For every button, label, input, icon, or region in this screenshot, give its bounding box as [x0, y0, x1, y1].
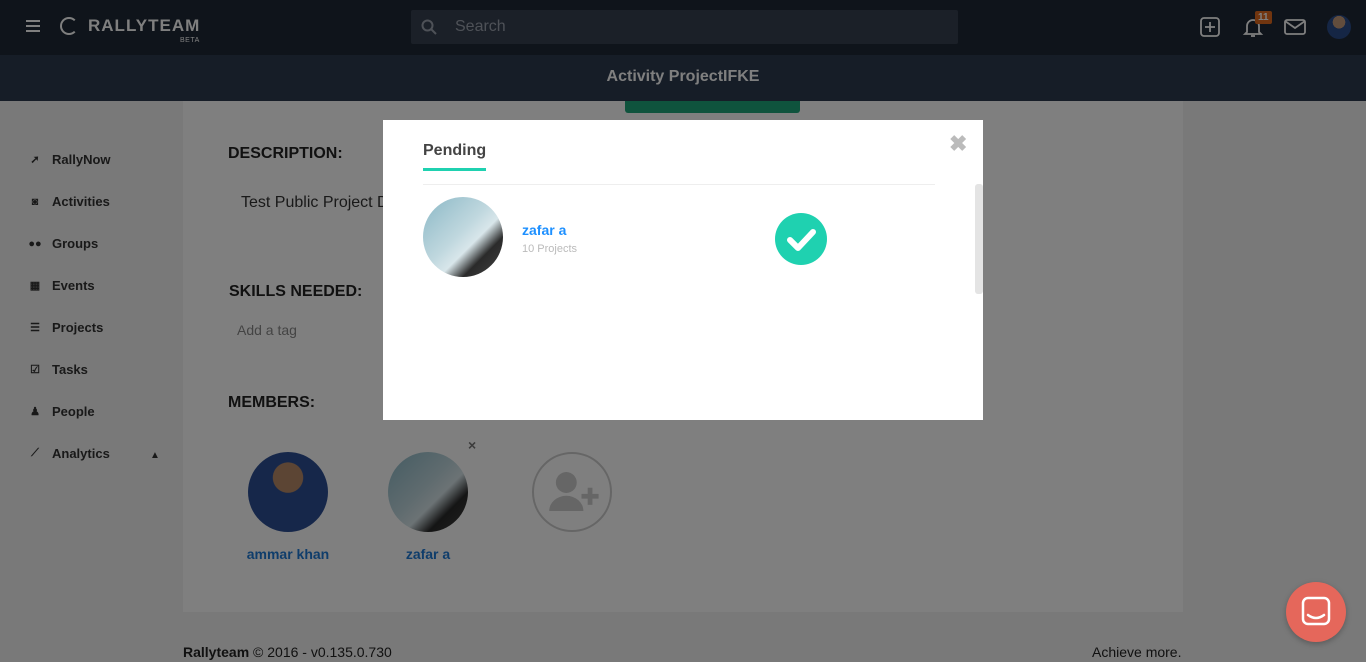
divider [423, 184, 935, 185]
tab-pending[interactable]: Pending [423, 142, 487, 171]
scrollbar[interactable] [975, 184, 983, 294]
chat-icon [1301, 596, 1331, 626]
check-icon [787, 229, 816, 251]
chat-launcher-button[interactable] [1286, 582, 1346, 642]
approve-button[interactable] [775, 213, 827, 265]
pending-modal: ✖ Pending zafar a 10 Projects [383, 120, 983, 420]
close-icon[interactable]: ✖ [949, 131, 967, 157]
pending-user-projects: 10 Projects [522, 243, 578, 255]
pending-user-name[interactable]: zafar a [522, 222, 566, 238]
avatar [423, 197, 503, 277]
